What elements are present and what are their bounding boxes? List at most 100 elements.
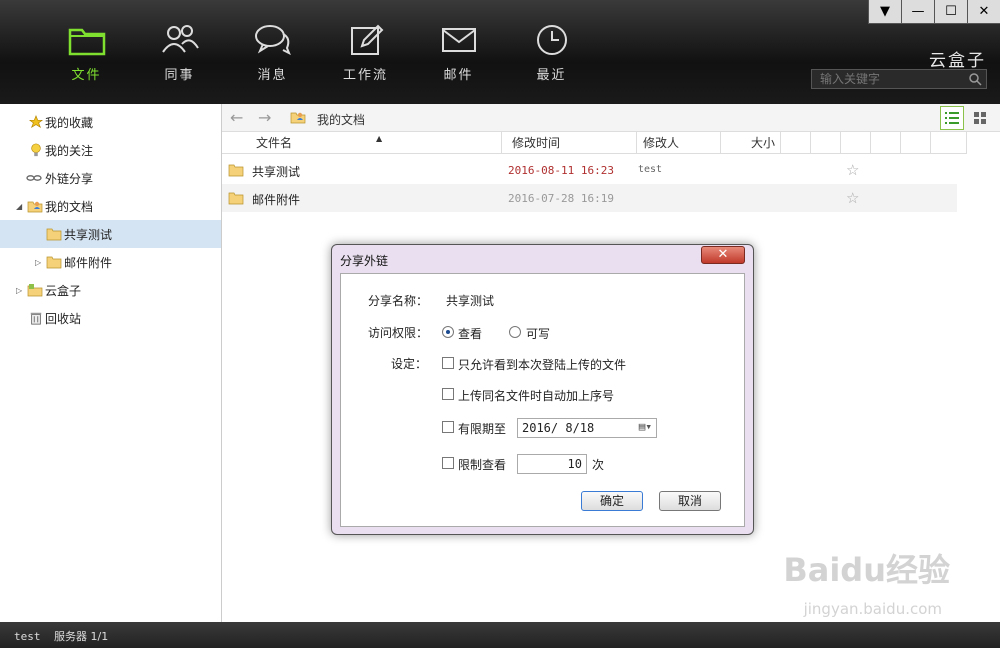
breadcrumb[interactable]: 我的文档 (317, 111, 365, 128)
search-input[interactable] (820, 72, 960, 86)
nav-workflow[interactable]: 工作流 (319, 22, 412, 83)
only-upload-checkbox[interactable] (442, 357, 454, 369)
sidebar-item-external-links[interactable]: 外链分享 (0, 164, 221, 192)
auto-number-checkbox[interactable] (442, 388, 454, 400)
dialog-close-button[interactable]: ✕ (701, 246, 745, 264)
sort-arrow-icon: ▲ (376, 134, 383, 143)
favorite-star-icon[interactable]: ☆ (846, 189, 859, 207)
close-button[interactable]: ✕ (967, 0, 1000, 24)
nav-label: 邮件 (443, 68, 474, 83)
edit-icon (350, 24, 383, 55)
column-header-blank (811, 132, 841, 154)
file-name[interactable]: 共享测试 (252, 163, 300, 180)
expand-arrow-icon[interactable]: ▷ (35, 258, 41, 267)
sidebar-item-favorites[interactable]: 我的收藏 (0, 108, 221, 136)
chat-icon (254, 25, 291, 56)
grid-view-button[interactable] (968, 106, 992, 130)
column-header-blank (871, 132, 901, 154)
cancel-button[interactable]: 取消 (659, 491, 721, 511)
only-upload-label: 只允许看到本次登陆上传的文件 (458, 358, 627, 372)
user-folder-icon (27, 201, 43, 213)
collapse-arrow-icon[interactable]: ◢ (16, 202, 22, 211)
expire-checkbox[interactable] (442, 421, 454, 433)
access-label: 访问权限： (368, 326, 429, 340)
nav-label: 文件 (71, 68, 102, 83)
cloud-folder-icon (27, 284, 43, 297)
sidebar-item-label: 邮件附件 (64, 255, 113, 270)
expire-date-value: 2016/ 8/18 (522, 421, 595, 435)
sidebar: 我的收藏 我的关注 外链分享 ◢ 我的文档 共享测试 ▷ 邮件附件 ▷ 云盒子 … (0, 104, 222, 622)
sidebar-item-recycle-bin[interactable]: 回收站 (0, 304, 221, 332)
sidebar-item-my-docs[interactable]: ◢ 我的文档 (0, 192, 221, 220)
folder-icon (46, 228, 62, 241)
file-modified-date: 2016-07-28 16:19 (508, 192, 614, 205)
bulb-icon (31, 143, 41, 157)
toolbar: ← → 我的文档 (222, 104, 1000, 132)
nav-label: 最近 (536, 68, 567, 83)
expand-arrow-icon[interactable]: ▷ (16, 286, 22, 295)
sidebar-item-label: 回收站 (45, 311, 82, 326)
expire-label: 有限期至 (458, 422, 507, 436)
sidebar-item-label: 我的收藏 (45, 115, 94, 130)
column-header-label: 修改人 (643, 136, 680, 150)
clock-icon (536, 25, 567, 55)
user-folder-icon (290, 112, 306, 124)
sidebar-item-mail-attachments[interactable]: ▷ 邮件附件 (0, 248, 221, 276)
window-controls: ▼ — ☐ ✕ (868, 0, 1000, 24)
auto-number-label: 上传同名文件时自动加上序号 (458, 389, 615, 403)
back-arrow-icon[interactable]: ← (230, 108, 243, 127)
sidebar-item-shared-test[interactable]: 共享测试 (0, 220, 221, 248)
menu-dropdown-button[interactable]: ▼ (868, 0, 901, 24)
limit-view-label: 限制查看 (458, 458, 507, 472)
access-write-label: 可写 (526, 327, 551, 341)
sidebar-item-cloud-box[interactable]: ▷ 云盒子 (0, 276, 221, 304)
minimize-button[interactable]: — (901, 0, 934, 24)
table-header: 文件名 ▲ 修改时间 修改人 大小 (222, 132, 967, 154)
table-row[interactable]: 邮件附件 2016-07-28 16:19 ☆ (222, 184, 957, 212)
calendar-dropdown-icon[interactable]: ▤▾ (639, 420, 652, 433)
file-name[interactable]: 邮件附件 (252, 191, 300, 208)
list-view-button[interactable] (940, 106, 964, 130)
sidebar-item-label: 共享测试 (64, 227, 113, 242)
ok-button[interactable]: 确定 (581, 491, 643, 511)
access-view-label: 查看 (458, 327, 483, 341)
file-modifier: test (638, 164, 663, 175)
folder-icon (68, 28, 105, 56)
folder-icon (228, 192, 244, 205)
sidebar-item-label: 云盒子 (45, 283, 82, 298)
column-header-blank (841, 132, 871, 154)
sidebar-item-label: 我的关注 (45, 143, 94, 158)
top-bar: ▼ — ☐ ✕ 文件 同事 消息 工作流 邮件 最近 云盒子 (0, 0, 1000, 104)
trash-icon (30, 312, 42, 325)
sidebar-item-following[interactable]: 我的关注 (0, 136, 221, 164)
nav-colleagues[interactable]: 同事 (133, 22, 226, 83)
nav-recent[interactable]: 最近 (505, 22, 598, 83)
access-write-radio[interactable] (509, 326, 521, 338)
search-icon[interactable] (968, 72, 982, 86)
access-view-radio[interactable] (442, 326, 454, 338)
limit-view-checkbox[interactable] (442, 457, 454, 469)
folder-icon (228, 164, 244, 177)
share-name-value: 共享测试 (446, 294, 495, 308)
sidebar-item-label: 外链分享 (45, 171, 94, 186)
table-row[interactable]: 共享测试 2016-08-11 16:23 test ☆ (222, 156, 957, 184)
column-header-modifier[interactable]: 修改人 (637, 132, 721, 154)
watermark-logo: Baidu经验 (783, 551, 950, 589)
favorite-star-icon[interactable]: ☆ (846, 161, 859, 179)
expire-date-picker[interactable]: 2016/ 8/18 ▤▾ (517, 418, 657, 438)
maximize-button[interactable]: ☐ (934, 0, 967, 24)
nav-files[interactable]: 文件 (40, 22, 133, 83)
sidebar-item-label: 我的文档 (45, 199, 94, 214)
close-icon: ✕ (717, 247, 729, 262)
people-icon (161, 25, 199, 53)
limit-count-input[interactable]: 10 (517, 454, 587, 474)
column-header-modified[interactable]: 修改时间 (506, 132, 637, 154)
column-header-name[interactable]: 文件名 ▲ (250, 132, 502, 154)
list-icon (945, 112, 959, 124)
status-user: test (14, 630, 41, 643)
column-header-blank (931, 132, 967, 154)
forward-arrow-icon[interactable]: → (258, 108, 271, 127)
column-header-size[interactable]: 大小 (721, 132, 781, 154)
nav-messages[interactable]: 消息 (226, 22, 319, 83)
nav-mail[interactable]: 邮件 (412, 22, 505, 83)
